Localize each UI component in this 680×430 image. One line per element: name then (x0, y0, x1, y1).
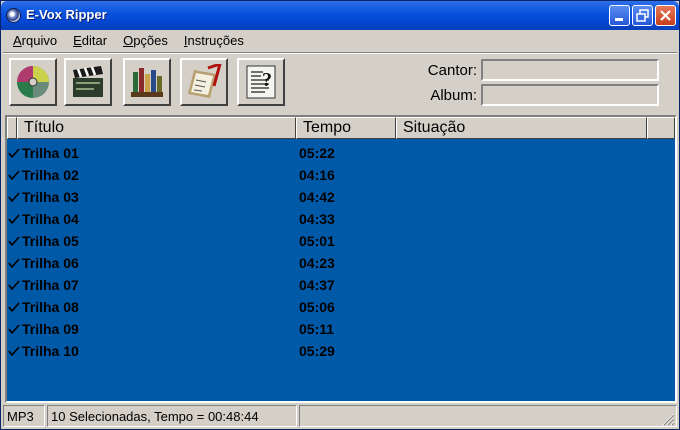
rip-cd-button[interactable] (9, 58, 57, 106)
track-list[interactable]: Título Tempo Situação Trilha 01 05:22 Tril… (5, 115, 677, 403)
table-row[interactable]: Trilha 10 05:29 (7, 340, 675, 362)
track-duration: 05:06 (299, 299, 335, 315)
singer-label: Cantor: (427, 62, 477, 79)
clipboard-check-icon (188, 64, 222, 98)
column-header-time[interactable]: Tempo (296, 117, 396, 139)
column-header-filler (647, 117, 675, 139)
column-header-check[interactable] (7, 117, 17, 139)
table-row[interactable]: Trilha 09 05:11 (7, 318, 675, 340)
svg-text:?: ? (262, 69, 272, 91)
checkmark-icon[interactable] (8, 345, 20, 357)
track-title: Trilha 07 (22, 277, 79, 293)
resize-grip-icon[interactable] (661, 412, 675, 426)
status-bar: MP3 10 Selecionadas, Tempo = 00:48:44 (3, 405, 677, 427)
table-row[interactable]: Trilha 01 05:22 (7, 142, 675, 164)
list-header: Título Tempo Situação (7, 117, 675, 139)
table-row[interactable]: Trilha 05 05:01 (7, 230, 675, 252)
column-header-title[interactable]: Título (17, 117, 296, 139)
track-duration: 05:29 (299, 343, 335, 359)
menu-separator (3, 52, 677, 54)
checkmark-icon[interactable] (8, 301, 20, 313)
library-icon (131, 68, 163, 97)
track-title: Trilha 01 (22, 145, 79, 161)
close-icon (660, 10, 671, 21)
menu-editar[interactable]: Editar (65, 31, 115, 51)
menu-instrucoes[interactable]: Instruções (176, 31, 252, 51)
album-input[interactable] (481, 84, 659, 106)
status-format: MP3 (3, 405, 45, 427)
edit-list-button[interactable] (180, 58, 228, 106)
title-bar[interactable]: E-Vox Ripper (1, 1, 679, 30)
track-duration: 05:11 (299, 321, 335, 337)
maximize-button[interactable] (632, 5, 653, 26)
status-summary: 10 Selecionadas, Tempo = 00:48:44 (47, 405, 297, 427)
checkmark-icon[interactable] (8, 169, 20, 181)
video-button[interactable] (64, 58, 112, 106)
track-title: Trilha 04 (22, 211, 79, 227)
track-title: Trilha 06 (22, 255, 79, 271)
table-row[interactable]: Trilha 08 05:06 (7, 296, 675, 318)
menu-arquivo[interactable]: Arquivo (5, 31, 65, 51)
table-row[interactable]: Trilha 02 04:16 (7, 164, 675, 186)
checkmark-icon[interactable] (8, 191, 20, 203)
track-duration: 05:22 (299, 145, 335, 161)
table-row[interactable]: Trilha 04 04:33 (7, 208, 675, 230)
track-rows: Trilha 01 05:22 Trilha 02 04:16 Trilha 03 04:… (7, 142, 675, 362)
singer-input[interactable] (481, 59, 659, 81)
checkmark-icon[interactable] (8, 257, 20, 269)
minimize-button[interactable] (609, 5, 630, 26)
checkmark-icon[interactable] (8, 235, 20, 247)
track-title: Trilha 10 (22, 343, 79, 359)
checkmark-icon[interactable] (8, 323, 20, 335)
minimize-icon (615, 18, 623, 21)
checkmark-icon[interactable] (8, 213, 20, 225)
app-icon[interactable] (6, 8, 21, 23)
table-row[interactable]: Trilha 07 04:37 (7, 274, 675, 296)
close-button[interactable] (655, 5, 676, 26)
track-title: Trilha 08 (22, 299, 79, 315)
app-window: E-Vox Ripper Arquivo Editar Opções Instr… (0, 0, 680, 430)
menu-opcoes[interactable]: Opções (115, 31, 176, 51)
library-button[interactable] (123, 58, 171, 106)
menu-bar: Arquivo Editar Opções Instruções (5, 31, 252, 51)
album-label: Album: (430, 87, 477, 104)
track-duration: 04:42 (299, 189, 335, 205)
window-title: E-Vox Ripper (26, 7, 107, 22)
track-title: Trilha 09 (22, 321, 79, 337)
table-row[interactable]: Trilha 03 04:42 (7, 186, 675, 208)
checkmark-icon[interactable] (8, 279, 20, 291)
help-document-icon: ? (246, 65, 276, 99)
restore-icon (636, 9, 649, 22)
checkmark-icon[interactable] (8, 147, 20, 159)
track-duration: 04:23 (299, 255, 335, 271)
status-extra (299, 405, 677, 427)
cd-disc-icon (17, 66, 49, 98)
column-header-status[interactable]: Situação (396, 117, 647, 139)
track-title: Trilha 02 (22, 167, 79, 183)
track-duration: 04:16 (299, 167, 335, 183)
help-button[interactable]: ? (237, 58, 285, 106)
table-row[interactable]: Trilha 06 04:23 (7, 252, 675, 274)
track-title: Trilha 03 (22, 189, 79, 205)
clapperboard-icon (73, 66, 103, 97)
track-title: Trilha 05 (22, 233, 79, 249)
track-duration: 04:33 (299, 211, 335, 227)
track-duration: 04:37 (299, 277, 335, 293)
track-duration: 05:01 (299, 233, 335, 249)
